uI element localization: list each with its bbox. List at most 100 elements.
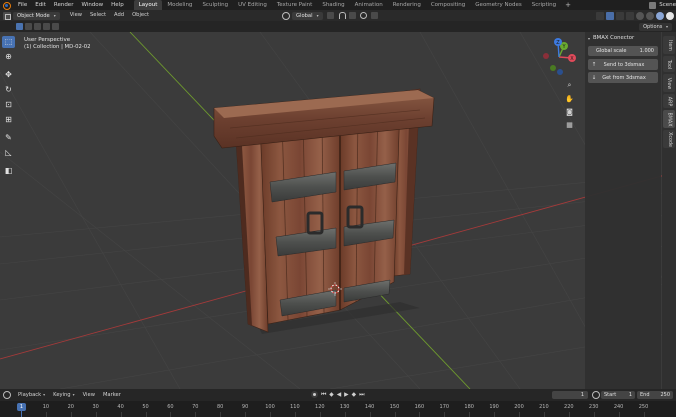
snap-target-icon[interactable]: [348, 12, 356, 19]
move-tool[interactable]: ✥: [2, 69, 15, 81]
tab-arp[interactable]: ARP: [663, 94, 675, 108]
ruler-tick-label: 160: [414, 404, 425, 410]
ruler-tick-line: [145, 412, 147, 417]
pivot-point-icon[interactable]: [326, 12, 334, 19]
proportional-falloff-icon[interactable]: [370, 12, 378, 19]
menu-select[interactable]: Select: [86, 10, 110, 21]
shading-material-icon[interactable]: [656, 11, 664, 20]
current-frame-field[interactable]: 1: [552, 391, 588, 399]
shading-wireframe-icon[interactable]: [636, 11, 644, 20]
tab-item[interactable]: Item: [663, 36, 675, 54]
select-extend-icon[interactable]: [25, 23, 32, 30]
pan-hand-icon[interactable]: ✋: [564, 93, 575, 104]
menu-keying[interactable]: Keying ▾: [49, 392, 78, 398]
workspace-tab-uv-editing[interactable]: UV Editing: [233, 0, 272, 10]
workspace-tab-texture-paint[interactable]: Texture Paint: [272, 0, 318, 10]
timeline-ruler[interactable]: 1 10 20 30 40 50 60 70 80 90 100 110 120 130 140 150 16…: [0, 401, 676, 417]
playhead[interactable]: 1: [17, 403, 26, 411]
scene-icon: [649, 1, 657, 9]
ruler-tick-label: 70: [192, 404, 199, 410]
editor-type-icon[interactable]: [3, 11, 11, 20]
ruler-tick-line: [195, 412, 197, 417]
ruler-tick-line: [319, 412, 321, 417]
orientation-select[interactable]: Global ▾: [292, 11, 323, 20]
menu-render[interactable]: Render: [50, 0, 78, 10]
workspace-tab-geometry-nodes[interactable]: Geometry Nodes: [470, 0, 526, 10]
get-from-3dsmax-button[interactable]: ↓ Get from 3dsmax: [588, 72, 658, 83]
workspace-tab-animation[interactable]: Animation: [350, 0, 388, 10]
start-frame-field[interactable]: Start 1: [601, 391, 635, 399]
ortho-grid-icon[interactable]: ▦: [564, 119, 575, 130]
rotate-tool[interactable]: ↻: [2, 84, 15, 96]
navigation-gizmo[interactable]: X Y Z: [538, 36, 580, 78]
end-frame-field[interactable]: End 250: [637, 391, 673, 399]
bmax-panel-header[interactable]: ▾ BMAX Conector: [588, 35, 634, 41]
mode-select[interactable]: Object Mode ▾: [13, 11, 60, 20]
workspace-tab-rendering[interactable]: Rendering: [388, 0, 426, 10]
annotate-tool[interactable]: ✎: [2, 132, 15, 144]
xray-toggle-icon[interactable]: [626, 11, 634, 20]
gizmo-toggle-icon[interactable]: [606, 11, 614, 20]
menu-file[interactable]: File: [14, 0, 31, 10]
menu-playback[interactable]: Playback ▾: [14, 392, 49, 398]
tab-bmax[interactable]: BMAX: [663, 110, 675, 128]
blender-logo-icon[interactable]: [2, 1, 11, 10]
menu-view[interactable]: View: [66, 10, 86, 21]
measure-tool[interactable]: ◺: [2, 147, 15, 159]
arrow-down-icon: ↓: [591, 74, 597, 81]
end-frame-label: End: [640, 392, 650, 398]
jump-start-icon[interactable]: ⏮: [321, 391, 326, 399]
transform-tool[interactable]: ⊞: [2, 114, 15, 126]
ruler-tick-label: 60: [167, 404, 174, 410]
send-to-3dsmax-button[interactable]: ↑ Send to 3dsmax: [588, 59, 658, 70]
play-icon[interactable]: ▶: [344, 391, 348, 399]
visibility-icon[interactable]: [596, 11, 604, 20]
menu-edit[interactable]: Edit: [31, 0, 50, 10]
menu-object[interactable]: Object: [128, 10, 153, 21]
select-invert-icon[interactable]: [43, 23, 50, 30]
select-subtract-icon[interactable]: [34, 23, 41, 30]
timeline-editor-icon[interactable]: [3, 391, 11, 399]
workspace-tab-modeling[interactable]: Modeling: [162, 0, 197, 10]
workspace-tab-layout[interactable]: Layout: [133, 0, 163, 10]
menu-help[interactable]: Help: [107, 0, 128, 10]
menu-marker[interactable]: Marker: [99, 392, 125, 398]
scale-tool[interactable]: ⊡: [2, 99, 15, 111]
tab-xcode[interactable]: Xcode: [663, 130, 675, 148]
select-new-icon[interactable]: [16, 23, 23, 30]
ruler-tick-label: 220: [564, 404, 574, 410]
shading-solid-icon[interactable]: [646, 11, 654, 20]
snap-magnet-icon[interactable]: [338, 12, 346, 19]
select-box-tool[interactable]: ⬚: [2, 36, 15, 48]
workspace-tab-scripting[interactable]: Scripting: [527, 0, 561, 10]
select-intersect-icon[interactable]: [52, 23, 59, 30]
overlays-toggle-icon[interactable]: [616, 11, 624, 20]
menu-window[interactable]: Window: [77, 0, 107, 10]
workspace-tab-compositing[interactable]: Compositing: [426, 0, 470, 10]
shading-rendered-icon[interactable]: [666, 11, 674, 20]
menu-add[interactable]: Add: [110, 10, 128, 21]
add-workspace-button[interactable]: +: [561, 0, 575, 10]
tab-tool[interactable]: Tool: [663, 56, 675, 72]
play-reverse-icon[interactable]: ◀: [337, 391, 341, 399]
workspace-tab-sculpting[interactable]: Sculpting: [197, 0, 233, 10]
menu-timeline-view[interactable]: View: [79, 392, 99, 398]
zoom-icon[interactable]: ⌕: [564, 80, 575, 91]
record-icon[interactable]: [311, 391, 318, 398]
proportional-editing-icon[interactable]: [359, 12, 367, 19]
cursor-tool[interactable]: ⊕: [2, 51, 15, 63]
add-cube-tool[interactable]: ◧: [2, 165, 15, 177]
global-scale-field[interactable]: Global scale 1.000: [588, 46, 658, 56]
jump-end-icon[interactable]: ⏭: [359, 391, 364, 399]
scene-selector[interactable]: Scene: [649, 0, 676, 10]
camera-view-icon[interactable]: ◙: [564, 106, 575, 117]
ruler-tick-line: [294, 412, 296, 417]
tab-view[interactable]: View: [663, 74, 675, 92]
viewport-header: Object Mode ▾ View Select Add Object Glo…: [0, 10, 676, 21]
options-dropdown[interactable]: Options ▾: [639, 22, 672, 31]
preview-range-icon[interactable]: [592, 391, 600, 399]
next-keyframe-icon[interactable]: ◆: [352, 391, 356, 399]
3d-viewport[interactable]: User Perspective (1) Collection | MD-02-…: [0, 32, 676, 389]
workspace-tab-shading[interactable]: Shading: [317, 0, 349, 10]
prev-keyframe-icon[interactable]: ◆: [329, 391, 333, 399]
